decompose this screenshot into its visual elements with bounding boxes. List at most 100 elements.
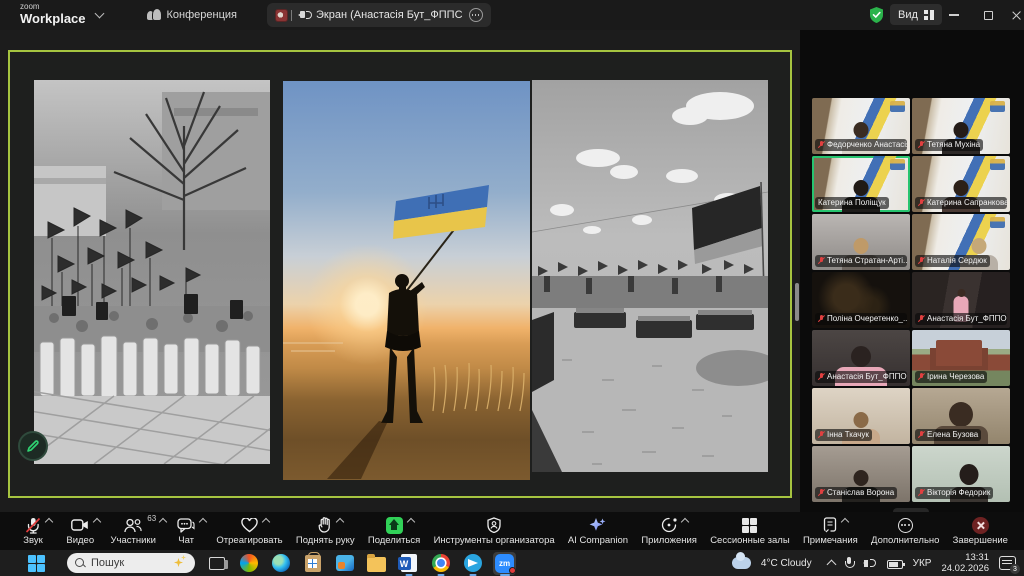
camera-icon xyxy=(71,518,89,532)
participant-tile[interactable]: Тетяна Стратан-Арті... xyxy=(812,214,910,270)
tray-expand-icon[interactable] xyxy=(826,560,836,570)
panel-resize-handle[interactable] xyxy=(795,283,799,321)
participant-tile[interactable]: Поліна Очеретенко_... xyxy=(812,272,910,328)
share-options-caret[interactable] xyxy=(406,518,414,526)
reactions-options-caret[interactable] xyxy=(262,518,270,526)
participant-tile[interactable]: Елена Бузова xyxy=(912,388,1010,444)
windows-taskbar: Пошук W zm 4°C Cloudy УКР 13:31 24.02.20… xyxy=(0,550,1024,576)
video-options-caret[interactable] xyxy=(93,518,101,526)
taskbar-search[interactable]: Пошук xyxy=(67,553,195,573)
raise-hand-options-caret[interactable] xyxy=(336,518,344,526)
chat-options-caret[interactable] xyxy=(199,518,207,526)
photo-cemetery-flags-bw xyxy=(532,80,768,472)
tray-mic-icon[interactable] xyxy=(845,557,853,569)
participant-tile[interactable]: Вікторія Федорик xyxy=(912,446,1010,502)
apps-button[interactable]: Приложения xyxy=(641,516,697,546)
weather-text[interactable]: 4°C Cloudy xyxy=(761,558,812,569)
start-button[interactable] xyxy=(28,555,45,572)
time-text: 13:31 xyxy=(941,552,989,563)
apps-options-caret[interactable] xyxy=(681,518,689,526)
host-tools-button[interactable]: Инструменты организатора xyxy=(434,516,555,546)
telegram-button[interactable] xyxy=(461,552,484,575)
muted-mic-icon xyxy=(918,431,925,440)
raised-hand-icon xyxy=(318,517,332,533)
outlook-icon xyxy=(336,555,354,571)
notes-button-label: Примечания xyxy=(803,535,858,546)
annotate-button[interactable] xyxy=(18,431,48,461)
chrome-button[interactable] xyxy=(429,552,452,575)
task-view-icon xyxy=(209,557,225,570)
participant-tile[interactable]: Тетяна Мухіна xyxy=(912,98,1010,154)
participant-tile[interactable]: Катерина Сапранкова xyxy=(912,156,1010,212)
edge-button[interactable] xyxy=(269,552,292,575)
reactions-button[interactable]: Отреагировать xyxy=(216,516,282,546)
share-screen-button[interactable]: Поделиться xyxy=(368,516,420,546)
system-tray: 4°C Cloudy УКР 13:31 24.02.2026 3 xyxy=(732,552,1024,574)
audio-button[interactable]: Звук xyxy=(16,516,50,546)
language-indicator[interactable]: УКР xyxy=(913,558,932,569)
folder-icon xyxy=(367,557,386,572)
participant-name: Тетяна Стратан-Арті... xyxy=(827,256,907,266)
tray-speaker-icon[interactable] xyxy=(863,557,877,569)
more-button[interactable]: Дополнительно xyxy=(871,516,939,546)
participant-tile[interactable]: Станіслав Ворона xyxy=(812,446,910,502)
video-button[interactable]: Видео xyxy=(63,516,97,546)
minimize-icon xyxy=(949,14,959,16)
meeting-main-area: Федорченко Анастасія Тетяна Мухіна Катер… xyxy=(0,30,1024,512)
participant-tile[interactable]: Наталія Сердюк xyxy=(912,214,1010,270)
participant-tile[interactable]: Ірина Черезова xyxy=(912,330,1010,386)
notes-icon xyxy=(823,517,837,533)
file-explorer-button[interactable] xyxy=(365,552,388,575)
tab-screen-share[interactable]: Экран (Анастасія Бут_ФППС xyxy=(267,3,491,27)
reactions-button-label: Отреагировать xyxy=(216,535,282,546)
tab-conference[interactable]: Конференция xyxy=(147,9,237,21)
participants-options-caret[interactable] xyxy=(159,518,167,526)
muted-mic-icon xyxy=(918,315,925,324)
muted-mic-icon xyxy=(918,489,925,498)
battery-icon[interactable] xyxy=(887,560,903,569)
end-meeting-button[interactable]: Завершение xyxy=(953,516,1008,546)
view-button[interactable]: Вид xyxy=(890,4,942,25)
ai-companion-button[interactable]: AI Companion xyxy=(568,516,628,546)
task-view-button[interactable] xyxy=(205,552,228,575)
participant-tile[interactable]: Анастасія Бут_ФППОМ xyxy=(812,330,910,386)
participant-name: Федорченко Анастасія xyxy=(827,140,907,150)
chat-button[interactable]: Чат xyxy=(169,516,203,546)
search-highlights-icon xyxy=(171,555,187,571)
outlook-button[interactable] xyxy=(333,552,356,575)
people-icon xyxy=(147,9,161,21)
breakout-rooms-button[interactable]: Сессионные залы xyxy=(710,516,790,546)
clock[interactable]: 13:31 24.02.2026 xyxy=(941,552,989,574)
raise-hand-button[interactable]: Поднять руку xyxy=(296,516,355,546)
participant-gallery: Федорченко Анастасія Тетяна Мухіна Катер… xyxy=(812,98,1010,502)
close-button[interactable] xyxy=(1000,0,1024,30)
participant-tile-active-speaker[interactable]: Катерина Поліщук xyxy=(812,156,910,212)
copilot-icon xyxy=(240,554,258,572)
tab-options-icon[interactable] xyxy=(469,8,483,22)
notes-button[interactable]: Примечания xyxy=(803,516,858,546)
participant-tile[interactable]: Федорченко Анастасія xyxy=(812,98,910,154)
muted-mic-icon xyxy=(818,489,825,498)
audio-options-caret[interactable] xyxy=(45,518,53,526)
share-screen-button-label: Поделиться xyxy=(368,535,420,546)
muted-mic-icon xyxy=(818,315,825,324)
participant-name: Інна Ткачук xyxy=(827,430,869,440)
participant-tile[interactable]: Інна Ткачук xyxy=(812,388,910,444)
participants-button[interactable]: 63 Участники xyxy=(111,516,156,546)
copilot-button[interactable] xyxy=(237,552,260,575)
muted-mic-icon xyxy=(818,257,825,266)
word-button[interactable]: W xyxy=(397,552,420,575)
minimize-button[interactable] xyxy=(938,0,970,30)
chevron-down-icon[interactable] xyxy=(94,9,104,19)
notification-count-badge: 3 xyxy=(1010,564,1020,574)
notification-center-icon[interactable]: 3 xyxy=(999,556,1016,570)
edge-icon xyxy=(272,554,290,572)
participants-count-badge: 63 xyxy=(147,514,156,523)
participant-name: Наталія Сердюк xyxy=(927,256,987,266)
notes-options-caret[interactable] xyxy=(841,518,849,526)
participant-tile[interactable]: Анастасія Бут_ФППОМ xyxy=(912,272,1010,328)
muted-mic-icon xyxy=(918,199,925,208)
microsoft-store-button[interactable] xyxy=(301,552,324,575)
zoom-app-button[interactable]: zm xyxy=(493,552,516,575)
photo-memorial-flags-bw xyxy=(34,80,270,464)
